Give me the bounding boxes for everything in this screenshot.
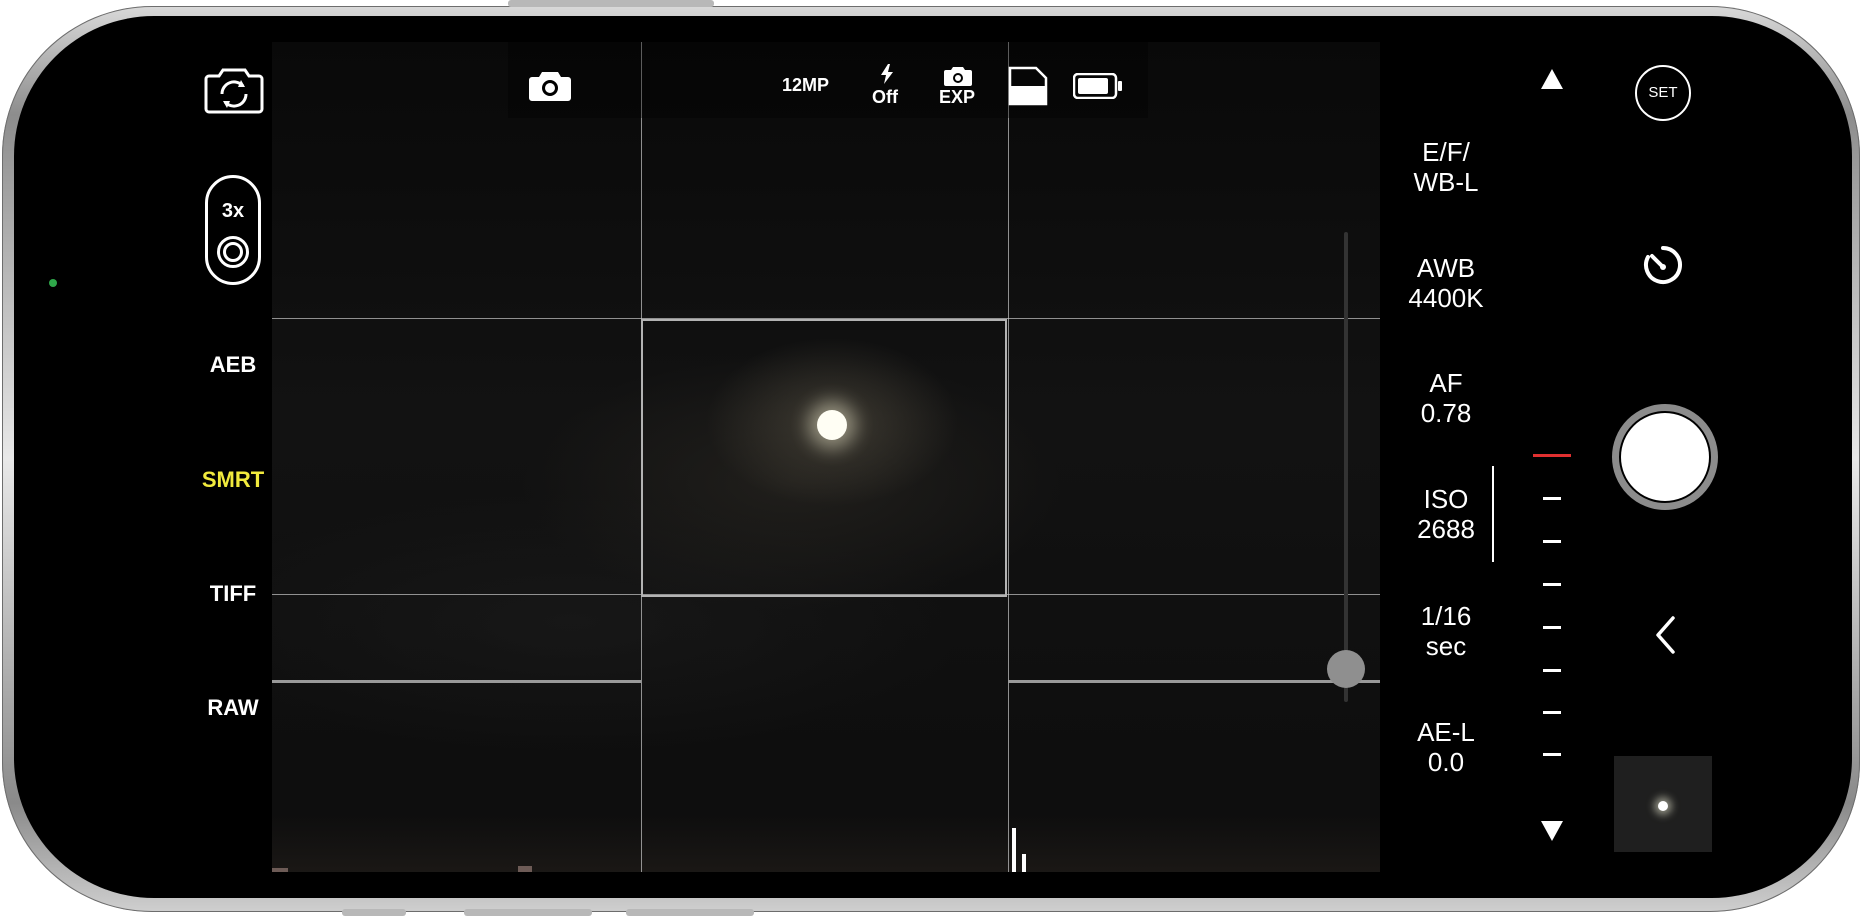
aeb-option[interactable]: AEB	[203, 352, 263, 378]
flash-label[interactable]: Off	[872, 87, 898, 108]
last-photo-thumbnail[interactable]	[1614, 756, 1712, 852]
af-line1: AF	[1429, 368, 1463, 398]
ef-wb-line2: WB-L	[1413, 167, 1479, 197]
side-button-bottom-2	[464, 909, 592, 916]
ef-wb-line1: E/F/	[1422, 137, 1470, 167]
awb-line2: 4400K	[1408, 283, 1484, 313]
thumbnail-moon	[1658, 801, 1668, 811]
storage-card-icon[interactable]	[1008, 66, 1048, 111]
grid-line-v2	[1008, 42, 1009, 872]
exposure-slider-handle[interactable]	[1327, 650, 1365, 688]
ae-line2: 0.0	[1427, 747, 1465, 777]
side-button-bottom-3	[626, 909, 754, 916]
resolution-label[interactable]: 12MP	[782, 75, 829, 96]
flash-icon[interactable]	[874, 64, 900, 89]
iso-line2: 2688	[1417, 514, 1475, 544]
iso-selected-indicator	[1492, 466, 1494, 562]
ae-line1: AE-L	[1417, 717, 1475, 747]
zoom-lens-toggle[interactable]: 3x	[205, 175, 261, 285]
shutter-speed-setting[interactable]: 1/16 sec	[1376, 601, 1516, 661]
histogram	[1012, 822, 1192, 872]
af-setting[interactable]: AF 0.78	[1376, 368, 1516, 428]
exposure-slider-track[interactable]	[1344, 232, 1348, 702]
settings-button[interactable]: SET	[1635, 65, 1691, 121]
side-button-bottom-1	[342, 909, 406, 916]
awb-setting[interactable]: AWB 4400K	[1376, 253, 1516, 313]
side-button-top	[508, 0, 714, 7]
shutter-line2: sec	[1425, 631, 1467, 661]
shutter-button[interactable]	[1621, 413, 1709, 501]
shutter-line1: 1/16	[1420, 601, 1472, 631]
iso-setting[interactable]: ISO 2688	[1376, 484, 1516, 544]
battery-icon	[1072, 72, 1123, 104]
viewfinder[interactable]	[272, 42, 1380, 872]
ef-wb-setting[interactable]: E/F/ WB-L	[1376, 137, 1516, 197]
smrt-option[interactable]: SMRT	[195, 467, 271, 493]
raw-option[interactable]: RAW	[203, 695, 263, 721]
ae-lock-setting[interactable]: AE-L 0.0	[1376, 717, 1516, 777]
camera-indicator-dot	[49, 279, 57, 287]
phone-screen: 12MP Off EXP 3x AEB SMRT TIFF RAW E/F/ W…	[14, 16, 1852, 898]
ground-lights	[272, 812, 1380, 872]
scale-up-arrow-icon[interactable]	[1541, 69, 1563, 94]
level-line-right	[1008, 680, 1380, 683]
camera-mode-icon[interactable]	[528, 68, 572, 107]
zoom-label: 3x	[221, 200, 245, 222]
switch-camera-icon[interactable]	[204, 66, 264, 119]
awb-line1: AWB	[1416, 253, 1476, 283]
lens-icon	[217, 236, 249, 268]
timer-icon[interactable]	[1642, 244, 1684, 291]
exposure-label[interactable]: EXP	[939, 87, 975, 108]
af-line2: 0.78	[1420, 398, 1472, 428]
tiff-option[interactable]: TIFF	[203, 581, 263, 607]
chevron-left-icon[interactable]	[1654, 615, 1676, 660]
scale-marker-current	[1533, 454, 1571, 457]
level-line-left	[272, 680, 641, 683]
focus-box[interactable]	[641, 319, 1007, 597]
iso-line1: ISO	[1423, 484, 1469, 514]
scale-down-arrow-icon[interactable]	[1541, 821, 1563, 846]
